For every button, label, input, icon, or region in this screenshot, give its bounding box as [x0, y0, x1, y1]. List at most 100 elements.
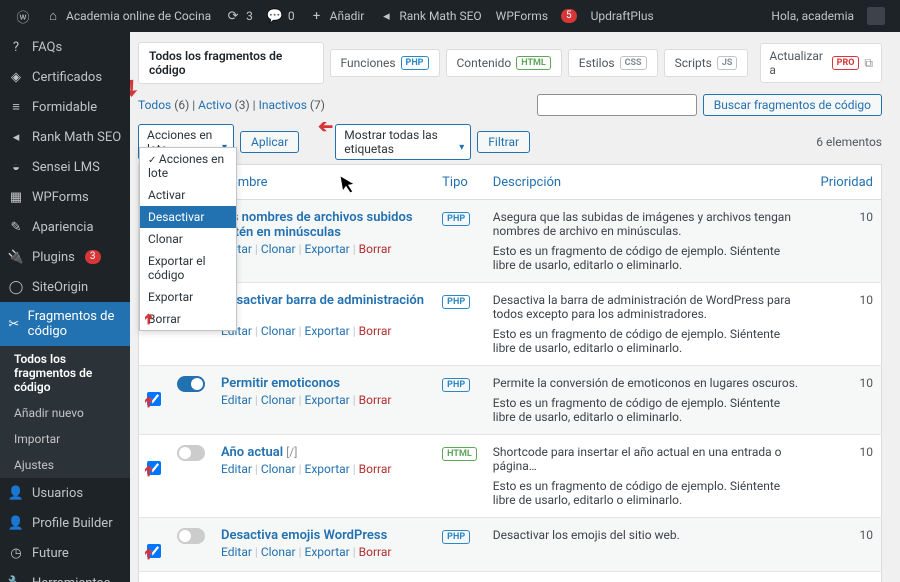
delete-link[interactable]: Borrar: [359, 462, 392, 476]
snippet-title[interactable]: Año actual: [221, 445, 283, 460]
clone-link[interactable]: Clonar: [261, 242, 296, 256]
tab-styles[interactable]: EstilosCSS: [568, 49, 658, 77]
enable-toggle[interactable]: [177, 376, 205, 392]
search-button[interactable]: Buscar fragmentos de código: [703, 94, 882, 116]
enable-toggle[interactable]: [177, 445, 205, 461]
apply-button[interactable]: Aplicar: [240, 131, 299, 153]
tab-functions[interactable]: FuncionesPHP: [330, 49, 440, 77]
submenu-item[interactable]: Añadir nuevo: [0, 400, 130, 426]
menu-icon: ?: [8, 39, 24, 55]
export-link[interactable]: Exportar: [305, 393, 350, 407]
table-row: ➔ Año actual [/] Editar | Clonar | Expor…: [139, 435, 882, 518]
bulk-option[interactable]: Activar: [140, 184, 236, 206]
priority-value: 10: [812, 518, 882, 572]
export-link[interactable]: Exportar: [305, 324, 350, 338]
sidebar-item-future[interactable]: ◷Future: [0, 538, 130, 568]
bulk-option[interactable]: Exportar: [140, 286, 236, 308]
annotation-arrow-icon: ➔: [141, 548, 157, 560]
shortcode-hint: [/]: [286, 445, 297, 459]
bulk-action-select[interactable]: Acciones en lote Acciones en loteActivar…: [138, 124, 234, 160]
comment-icon: 💬: [267, 8, 283, 24]
submenu-item[interactable]: Ajustes: [0, 452, 130, 478]
delete-link[interactable]: Borrar: [359, 242, 392, 256]
sidebar-item-certificados[interactable]: ◈Certificados: [0, 62, 130, 92]
sidebar-item-plugins[interactable]: 🔌Plugins3: [0, 242, 130, 272]
filter-active[interactable]: Activo: [198, 98, 232, 112]
sidebar-item-apariencia[interactable]: ✎Apariencia: [0, 212, 130, 242]
snippet-subdesc: Esto es un fragmento de código de ejempl…: [493, 244, 804, 272]
site-home[interactable]: ⌂Academia online de Cocina: [38, 0, 218, 32]
tag-filter-select[interactable]: Mostrar todas las etiquetas: [335, 124, 471, 160]
sidebar-item-profile-builder[interactable]: 👤Profile Builder: [0, 508, 130, 538]
snippet-title[interactable]: Permitir emoticonos: [221, 376, 340, 391]
items-count: 6 elementos: [816, 135, 882, 149]
html-badge: HTML: [516, 56, 551, 70]
snippet-title[interactable]: Desactiva emojis WordPress: [221, 528, 387, 543]
rankmath-bar[interactable]: ◂Rank Math SEO: [371, 0, 488, 32]
upgrade-pro-button[interactable]: Actualizar aPRO⧉: [760, 43, 882, 83]
my-account[interactable]: Hola, academia: [764, 0, 892, 32]
filter-button[interactable]: Filtrar: [477, 131, 530, 153]
main-content: ➘ ➔ ➔ Todos los fragmentos de código Fun…: [130, 32, 900, 582]
col-desc[interactable]: Descripción: [485, 165, 812, 200]
delete-link[interactable]: Borrar: [359, 393, 392, 407]
updraft-bar[interactable]: UpdraftPlus: [584, 0, 661, 32]
bulk-option[interactable]: Clonar: [140, 228, 236, 250]
filter-inactive[interactable]: Inactivos: [259, 98, 307, 112]
snippet-desc: Asegura que las subidas de imágenes y ar…: [493, 210, 804, 238]
clone-link[interactable]: Clonar: [261, 462, 296, 476]
new-content[interactable]: +Añadir: [302, 0, 372, 32]
sidebar-item-siteorigin[interactable]: ◯SiteOrigin: [0, 272, 130, 302]
tab-content[interactable]: ContenidoHTML: [446, 49, 562, 77]
export-link[interactable]: Exportar: [305, 545, 350, 559]
col-priority[interactable]: Prioridad: [812, 165, 882, 200]
clone-link[interactable]: Clonar: [261, 324, 296, 338]
sidebar-item-rank-math-seo[interactable]: ◂Rank Math SEO: [0, 122, 130, 152]
submenu-item[interactable]: Todos los fragmentos de código: [0, 346, 130, 400]
row-actions: Editar | Clonar | Exportar | Borrar: [221, 324, 426, 338]
status-filters: Todos (6) | Activo (3) | Inactivos (7) B…: [138, 94, 882, 116]
clone-link[interactable]: Clonar: [261, 393, 296, 407]
export-link[interactable]: Exportar: [305, 242, 350, 256]
sidebar-item-faqs[interactable]: ?FAQs: [0, 32, 130, 62]
export-link[interactable]: Exportar: [305, 462, 350, 476]
sidebar-item-formidable[interactable]: ≡Formidable: [0, 92, 130, 122]
comments[interactable]: 💬0: [260, 0, 302, 32]
search-box: Buscar fragmentos de código: [537, 94, 882, 116]
edit-link[interactable]: Editar: [221, 545, 252, 559]
priority-value: 10: [812, 283, 882, 366]
annotation-arrow-icon: ➔: [141, 313, 157, 325]
updates[interactable]: ⟳3: [218, 0, 260, 32]
col-name[interactable]: Nombre: [213, 165, 434, 200]
filter-all[interactable]: Todos: [138, 98, 171, 112]
sidebar-item-fragmentos-de-c-digo[interactable]: ✂Fragmentos de código: [0, 302, 130, 346]
bulk-option[interactable]: Desactivar: [140, 206, 236, 228]
delete-link[interactable]: Borrar: [359, 545, 392, 559]
bulk-option[interactable]: Exportar el código: [140, 250, 236, 286]
enable-toggle[interactable]: [177, 528, 205, 544]
edit-link[interactable]: Editar: [221, 393, 252, 407]
sidebar-item-herramientas[interactable]: 🔧Herramientas: [0, 568, 130, 582]
wp-logo[interactable]: ⓦ: [8, 0, 38, 32]
snippet-title[interactable]: Desactivar barra de administración: [221, 293, 424, 308]
tab-all[interactable]: Todos los fragmentos de código: [138, 42, 324, 84]
sidebar-item-sensei-lms[interactable]: ◒Sensei LMS: [0, 152, 130, 182]
snippet-title[interactable]: los nombres de archivos subidos estén en…: [221, 210, 413, 240]
search-input[interactable]: [537, 94, 697, 116]
menu-icon: 🔧: [8, 575, 24, 582]
type-badge: PHP: [442, 378, 470, 392]
submenu-item[interactable]: Importar: [0, 426, 130, 452]
tab-scripts[interactable]: ScriptsJS: [664, 49, 749, 77]
col-type[interactable]: Tipo: [434, 165, 485, 200]
admin-bar: ⓦ ⌂Academia online de Cocina ⟳3 💬0 +Añad…: [0, 0, 900, 32]
bulk-option[interactable]: Acciones en lote: [140, 148, 236, 184]
sidebar-item-wpforms[interactable]: ▦WPForms: [0, 182, 130, 212]
clone-link[interactable]: Clonar: [261, 545, 296, 559]
delete-link[interactable]: Borrar: [359, 324, 392, 338]
sidebar-item-usuarios[interactable]: 👤Usuarios: [0, 478, 130, 508]
wpforms-bar[interactable]: WPForms 5: [489, 0, 584, 32]
wordpress-icon: ⓦ: [15, 8, 31, 24]
type-badge: HTML: [442, 447, 477, 461]
edit-link[interactable]: Editar: [221, 462, 252, 476]
css-badge: CSS: [620, 56, 647, 70]
